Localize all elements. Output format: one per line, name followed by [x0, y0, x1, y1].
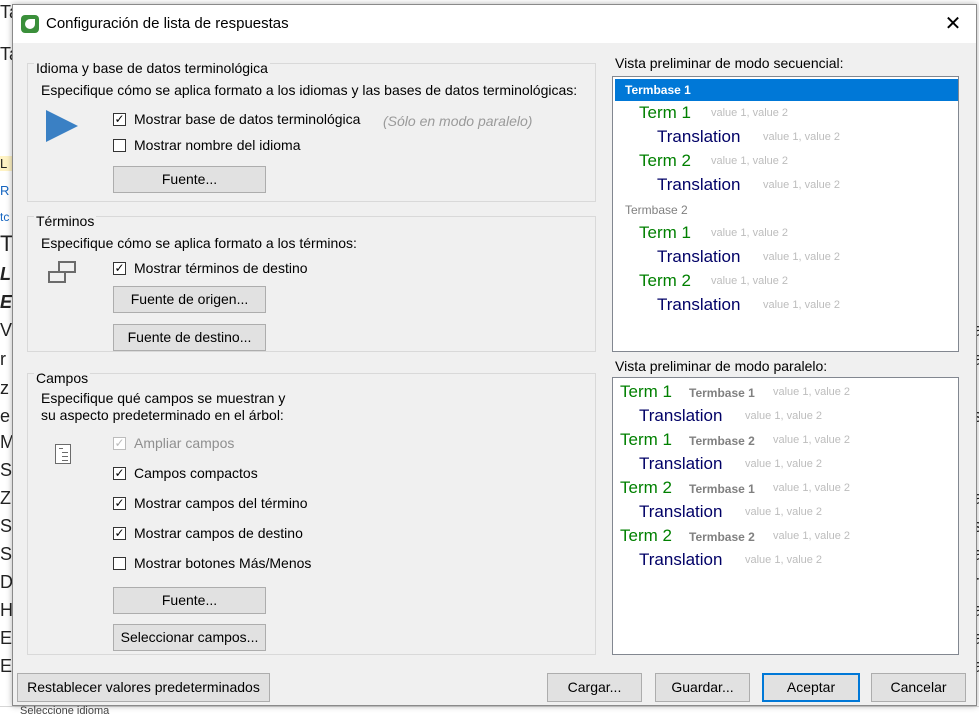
parallel-mode-hint: (Sólo en modo paralelo) [383, 113, 533, 129]
parallel-preview[interactable]: Term 1 Termbase 1 value 1, value 2 Trans… [612, 377, 959, 655]
field-values: value 1, value 2 [773, 482, 851, 494]
reset-defaults-button[interactable]: Restablecer valores predeterminados [17, 673, 270, 702]
translation-label: Translation [657, 295, 741, 314]
show-target-terms-checkbox[interactable]: ✓ [113, 262, 126, 275]
field-values: value 1, value 2 [745, 554, 823, 566]
field-values: value 1, value 2 [763, 131, 841, 143]
termbase-name: Termbase 1 [689, 482, 755, 496]
termbase-name[interactable]: Termbase 2 [625, 203, 688, 217]
group-description: su aspecto predeterminado en el árbol: [41, 407, 284, 423]
sequential-termbase-1-row[interactable]: Termbase 1 [615, 79, 958, 101]
show-term-fields-label[interactable]: Mostrar campos del término [134, 495, 308, 511]
show-target-terms-label[interactable]: Mostrar términos de destino [134, 260, 308, 276]
translation-label: Translation [657, 127, 741, 146]
field-values: value 1, value 2 [711, 155, 789, 167]
field-values: value 1, value 2 [773, 386, 851, 398]
term-label: Term 1 [639, 223, 691, 242]
cancel-button[interactable]: Cancelar [871, 673, 966, 702]
field-values: value 1, value 2 [745, 410, 823, 422]
save-button[interactable]: Guardar... [655, 673, 750, 702]
background-text: Seleccione idioma [20, 705, 110, 717]
translation-label: Translation [639, 550, 723, 569]
group-title: Campos [34, 370, 91, 386]
group-description: Especifique cómo se aplica formato a los… [41, 235, 357, 251]
field-values: value 1, value 2 [773, 530, 851, 542]
termbase-name: Termbase 2 [689, 530, 755, 544]
play-icon [46, 110, 78, 142]
close-icon: ✕ [944, 13, 962, 35]
compact-fields-label[interactable]: Campos compactos [134, 465, 258, 481]
terms-icon [46, 261, 80, 289]
term-label: Term 1 [639, 103, 691, 122]
group-description: Especifique cómo se aplica formato a los… [41, 82, 578, 98]
sequential-preview[interactable]: Termbase 1 Term 1 value 1, value 2 Trans… [612, 76, 959, 352]
language-font-button[interactable]: Fuente... [113, 166, 266, 193]
show-language-name-checkbox[interactable] [113, 139, 126, 152]
show-term-fields-checkbox[interactable]: ✓ [113, 497, 126, 510]
field-values: value 1, value 2 [711, 227, 789, 239]
select-fields-button[interactable]: Seleccionar campos... [113, 624, 266, 651]
field-values: value 1, value 2 [763, 251, 841, 263]
translation-label: Translation [639, 502, 723, 521]
parallel-preview-label: Vista preliminar de modo paralelo: [615, 358, 828, 374]
term-label: Term 2 [620, 526, 672, 545]
answer-list-settings-dialog: Configuración de lista de respuestas ✕ I… [12, 4, 977, 706]
sequential-preview-label: Vista preliminar de modo secuencial: [615, 55, 844, 71]
show-termbase-label[interactable]: Mostrar base de datos terminológica [134, 111, 360, 127]
close-button[interactable]: ✕ [930, 5, 976, 43]
term-label: Term 2 [639, 271, 691, 290]
term-label: Term 2 [639, 151, 691, 170]
term-label: Term 2 [620, 478, 672, 497]
field-values: value 1, value 2 [711, 275, 789, 287]
app-icon [21, 15, 39, 33]
show-plus-minus-checkbox[interactable] [113, 557, 126, 570]
language-termbase-group: Idioma y base de datos terminológica Esp… [27, 60, 596, 202]
termbase-name: Termbase 2 [689, 434, 755, 448]
field-values: value 1, value 2 [745, 506, 823, 518]
field-values: value 1, value 2 [745, 458, 823, 470]
group-title: Idioma y base de datos terminológica [34, 60, 270, 76]
terms-group: Términos Especifique cómo se aplica form… [27, 213, 596, 352]
show-language-name-label[interactable]: Mostrar nombre del idioma [134, 137, 301, 153]
expand-fields-checkbox: ✓ [113, 436, 126, 450]
term-label: Term 1 [620, 382, 672, 401]
translation-label: Translation [639, 406, 723, 425]
source-font-button[interactable]: Fuente de origen... [113, 286, 266, 313]
field-values: value 1, value 2 [711, 107, 789, 119]
fields-icon [55, 444, 71, 464]
group-title: Términos [34, 213, 97, 229]
target-font-button[interactable]: Fuente de destino... [113, 324, 266, 351]
title-bar: Configuración de lista de respuestas ✕ [13, 5, 976, 43]
expand-fields-label: Ampliar campos [134, 435, 235, 451]
fields-group: Campos Especifique qué campos se muestra… [27, 370, 596, 655]
compact-fields-checkbox[interactable]: ✓ [113, 467, 126, 480]
show-plus-minus-label[interactable]: Mostrar botones Más/Menos [134, 555, 311, 571]
accept-button[interactable]: Aceptar [762, 673, 860, 702]
show-target-fields-checkbox[interactable]: ✓ [113, 527, 126, 540]
termbase-name: Termbase 1 [625, 83, 691, 97]
background-status-strip: Seleccione idioma [0, 705, 979, 717]
translation-label: Translation [657, 247, 741, 266]
field-values: value 1, value 2 [763, 299, 841, 311]
translation-label: Translation [657, 175, 741, 194]
termbase-name: Termbase 1 [689, 386, 755, 400]
dialog-title: Configuración de lista de respuestas [46, 15, 289, 32]
fields-font-button[interactable]: Fuente... [113, 587, 266, 614]
translation-label: Translation [639, 454, 723, 473]
field-values: value 1, value 2 [773, 434, 851, 446]
show-target-fields-label[interactable]: Mostrar campos de destino [134, 525, 303, 541]
group-description: Especifique qué campos se muestran y [41, 390, 286, 406]
load-button[interactable]: Cargar... [547, 673, 642, 702]
term-label: Term 1 [620, 430, 672, 449]
show-termbase-checkbox[interactable]: ✓ [113, 113, 126, 126]
field-values: value 1, value 2 [763, 179, 841, 191]
